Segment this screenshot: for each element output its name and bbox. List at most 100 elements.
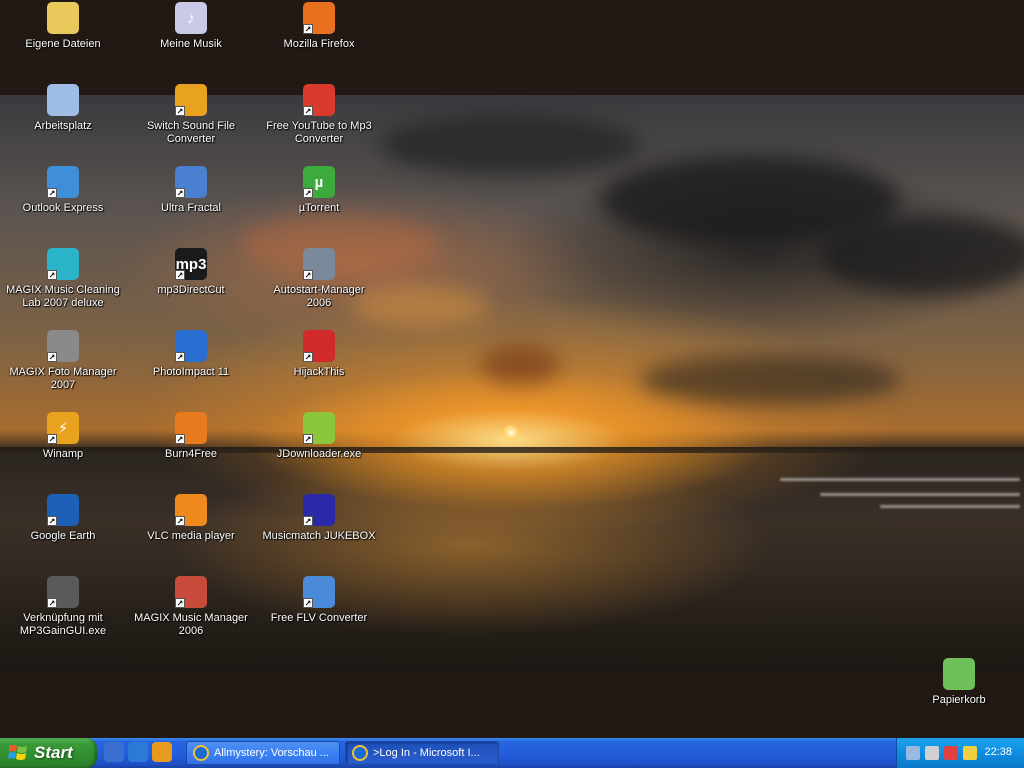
desktop-icon[interactable]: ↗ Free FLV Converter (259, 576, 379, 625)
musicmatch-icon: ↗ (303, 494, 335, 526)
clock[interactable]: 22:38 (984, 746, 1012, 758)
desktop-icon[interactable]: Eigene Dateien (3, 2, 123, 51)
magix-cleaning-lab-icon: ↗ (47, 248, 79, 280)
flv-converter-icon: ↗ (303, 576, 335, 608)
taskbar-button[interactable]: >Log In - Microsoft I... (345, 741, 499, 765)
desktop-icon[interactable]: ↗ Ultra Fractal (131, 166, 251, 215)
vlc-cone-icon: ↗ (175, 494, 207, 526)
desktop-icon-label: Ultra Fractal (161, 202, 221, 214)
system-tray: 22:38 (896, 738, 1024, 768)
desktop-icon[interactable]: ↗ MAGIX Music Cleaning Lab 2007 deluxe (3, 248, 123, 310)
media-player-icon[interactable] (152, 742, 172, 762)
outlook-express-icon: ↗ (47, 166, 79, 198)
desktop-icon-label: Google Earth (30, 530, 96, 542)
shortcut-arrow-icon: ↗ (47, 270, 57, 280)
desktop-icon[interactable]: ↗ Mozilla Firefox (259, 2, 379, 51)
desktop-icon-label: Autostart-Manager 2006 (273, 284, 365, 309)
desktop[interactable]: Eigene Dateien ♪ Meine Musik ↗ Mozilla Firef… (0, 0, 1024, 738)
desktop-icon[interactable]: ↗ Outlook Express (3, 166, 123, 215)
desktop-icon[interactable]: ↗ PhotoImpact 11 (131, 330, 251, 379)
jdownloader-icon: ↗ (303, 412, 335, 444)
shortcut-arrow-icon: ↗ (47, 598, 57, 608)
desktop-icon-label: Switch Sound File Converter (146, 120, 236, 145)
shortcut-arrow-icon: ↗ (175, 434, 185, 444)
shortcut-arrow-icon: ↗ (303, 352, 313, 362)
desktop-icon-label: Winamp (42, 448, 84, 460)
desktop-icon[interactable]: ↗ VLC media player (131, 494, 251, 543)
desktop-icon[interactable]: ⚡ ↗ Winamp (3, 412, 123, 461)
shortcut-arrow-icon: ↗ (47, 516, 57, 526)
desktop-icon[interactable]: ↗ Musicmatch JUKEBOX (259, 494, 379, 543)
desktop-icon[interactable]: ↗ Burn4Free (131, 412, 251, 461)
desktop-icon-label: Outlook Express (22, 202, 104, 214)
shortcut-arrow-icon: ↗ (175, 270, 185, 280)
shortcut-arrow-icon: ↗ (303, 598, 313, 608)
desktop-icon[interactable]: mp3 ↗ mp3DirectCut (131, 248, 251, 297)
desktop-icon[interactable]: ↗ Switch Sound File Converter (131, 84, 251, 146)
network-icon[interactable] (906, 746, 920, 760)
shortcut-arrow-icon: ↗ (303, 270, 313, 280)
shortcut-arrow-icon: ↗ (47, 434, 57, 444)
desktop-icon[interactable]: ↗ Verknüpfung mit MP3GainGUI.exe (3, 576, 123, 638)
google-earth-icon: ↗ (47, 494, 79, 526)
internet-explorer-icon[interactable] (128, 742, 148, 762)
desktop-icon-label: Arbeitsplatz (34, 120, 92, 132)
security-icon[interactable] (963, 746, 977, 760)
desktop-icon[interactable]: ♪ Meine Musik (131, 2, 251, 51)
camera-icon: ↗ (47, 330, 79, 362)
quick-launch-bar (104, 742, 172, 762)
desktop-icon-label: PhotoImpact 11 (152, 366, 230, 378)
desktop-icon[interactable]: Papierkorb (899, 658, 1019, 707)
recycle-bin-icon (943, 658, 975, 690)
taskbar-button-label: >Log In - Microsoft I... (373, 747, 480, 759)
desktop-icon[interactable]: ↗ Autostart-Manager 2006 (259, 248, 379, 310)
shortcut-arrow-icon: ↗ (175, 188, 185, 198)
burn4free-icon: ↗ (175, 412, 207, 444)
start-button[interactable]: Start (0, 738, 97, 768)
desktop-icon-label: HijackThis (293, 366, 345, 378)
desktop-icon[interactable]: µ ↗ µTorrent (259, 166, 379, 215)
shortcut-arrow-icon: ↗ (175, 352, 185, 362)
desktop-icon-label: Burn4Free (165, 448, 217, 460)
computer-icon (47, 84, 79, 116)
internet-explorer-icon (352, 745, 368, 761)
taskbar: Start Allmystery: Vorschau ... >Log In - … (0, 738, 1024, 768)
shortcut-arrow-icon: ↗ (175, 598, 185, 608)
desktop-icon-label: VLC media player (147, 530, 235, 542)
sun (503, 425, 519, 441)
desktop-icon-label: Eigene Dateien (25, 38, 101, 50)
hijackthis-icon: ↗ (303, 330, 335, 362)
desktop-icon-label: µTorrent (298, 202, 340, 214)
desktop-icon-label: JDownloader.exe (276, 448, 362, 460)
internet-explorer-icon (193, 745, 209, 761)
desktop-icon-label: Meine Musik (160, 38, 222, 50)
desktop-icon[interactable]: ↗ JDownloader.exe (259, 412, 379, 461)
utorrent-icon: µ ↗ (303, 166, 335, 198)
desktop-icon[interactable]: ↗ Free YouTube to Mp3 Converter (259, 84, 379, 146)
taskbar-button-label: Allmystery: Vorschau ... (214, 747, 329, 759)
desktop-icon-label: Free FLV Converter (270, 612, 368, 624)
volume-icon[interactable] (925, 746, 939, 760)
shortcut-arrow-icon: ↗ (303, 106, 313, 116)
music-cd-icon: ♪ (175, 2, 207, 34)
magix-music-manager-icon: ↗ (175, 576, 207, 608)
desktop-icon[interactable]: Arbeitsplatz (3, 84, 123, 133)
switch-converter-icon: ↗ (175, 84, 207, 116)
mp3directcut-icon: mp3 ↗ (175, 248, 207, 280)
shortcut-arrow-icon: ↗ (175, 106, 185, 116)
desktop-icon-label: Free YouTube to Mp3 Converter (266, 120, 372, 145)
show-desktop-icon[interactable] (104, 742, 124, 762)
photoimpact-icon: ↗ (175, 330, 207, 362)
desktop-icon[interactable]: ↗ MAGIX Foto Manager 2007 (3, 330, 123, 392)
shortcut-arrow-icon: ↗ (303, 24, 313, 34)
desktop-icon-label: Verknüpfung mit MP3GainGUI.exe (19, 612, 107, 637)
desktop-icon[interactable]: ↗ Google Earth (3, 494, 123, 543)
folder-icon (47, 2, 79, 34)
desktop-icon[interactable]: ↗ HijackThis (259, 330, 379, 379)
start-label: Start (34, 743, 73, 762)
desktop-icon-label: mp3DirectCut (157, 284, 225, 296)
desktop-icon[interactable]: ↗ MAGIX Music Manager 2006 (131, 576, 251, 638)
autostart-manager-icon: ↗ (303, 248, 335, 280)
taskbar-button[interactable]: Allmystery: Vorschau ... (186, 741, 340, 765)
monitor-icon[interactable] (944, 746, 958, 760)
